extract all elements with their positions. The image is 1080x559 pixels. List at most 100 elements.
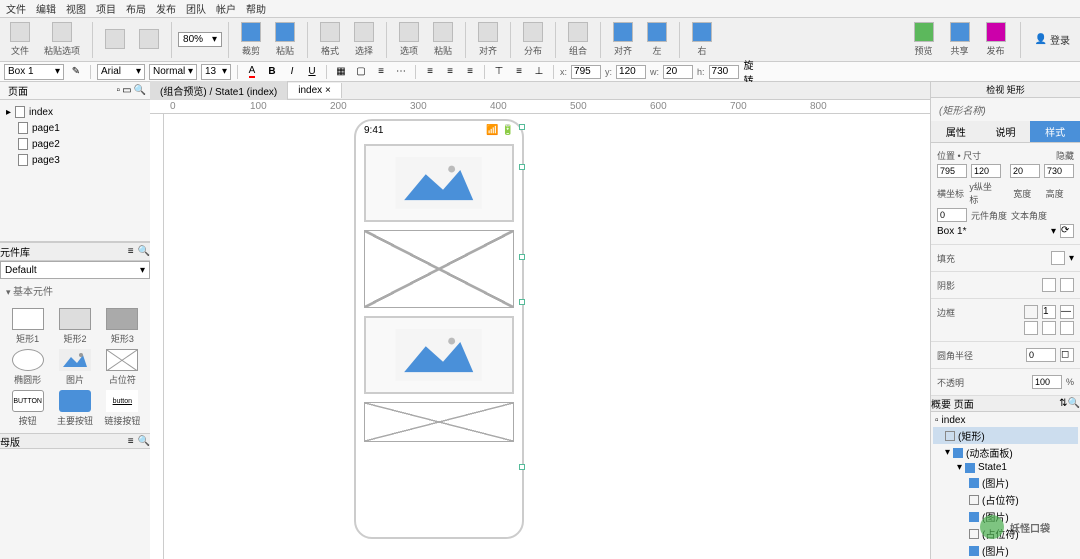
tool-btn-3[interactable]: 选择 bbox=[348, 20, 380, 59]
search-icon[interactable]: 🔍 bbox=[134, 85, 146, 96]
underline-button[interactable]: U bbox=[304, 64, 320, 80]
masters-header[interactable]: 母版 ≡🔍 bbox=[0, 433, 150, 449]
tab-properties[interactable]: 属性 bbox=[931, 121, 981, 142]
doc-tab-0[interactable]: (组合预览) / State1 (index) bbox=[150, 81, 288, 100]
menu-team[interactable]: 团队 bbox=[186, 1, 206, 16]
library-select[interactable]: Default▾ bbox=[0, 261, 150, 279]
page-3[interactable]: page3 bbox=[4, 152, 146, 168]
pages-tab[interactable]: 页面 bbox=[4, 81, 32, 100]
tool-btn-8[interactable]: 组合 bbox=[562, 20, 594, 59]
eyedropper-icon[interactable]: ✎ bbox=[68, 64, 84, 80]
phone-frame[interactable]: 9:41📶 🔋 bbox=[354, 119, 524, 539]
border-vis-2[interactable] bbox=[1042, 321, 1056, 335]
italic-button[interactable]: I bbox=[284, 64, 300, 80]
tool-undo[interactable] bbox=[99, 27, 131, 53]
size-select[interactable]: 13▾ bbox=[201, 64, 231, 80]
valign-mid[interactable]: ≡ bbox=[511, 64, 527, 80]
bold-button[interactable]: B bbox=[264, 64, 280, 80]
tool-paste-opts[interactable]: 粘贴选项 bbox=[38, 20, 86, 59]
tool-btn-9[interactable]: 对齐 bbox=[607, 20, 639, 59]
tool-btn-5[interactable]: 粘贴 bbox=[427, 20, 459, 59]
tool-file[interactable]: 文件 bbox=[4, 20, 36, 59]
align-left[interactable]: ≡ bbox=[422, 64, 438, 80]
opacity-input[interactable] bbox=[1032, 375, 1062, 389]
menu-project[interactable]: 项目 bbox=[96, 1, 116, 16]
update-style-icon[interactable]: ⟳ bbox=[1060, 224, 1074, 238]
insp-w[interactable] bbox=[1010, 164, 1040, 178]
font-select[interactable]: Arial▾ bbox=[97, 64, 145, 80]
radius-input[interactable] bbox=[1026, 348, 1056, 362]
widget-image[interactable]: 图片 bbox=[53, 349, 96, 386]
insp-y[interactable] bbox=[971, 164, 1001, 178]
font-color[interactable]: A bbox=[244, 64, 260, 80]
widget-ellipse[interactable]: 椭圆形 bbox=[6, 349, 49, 386]
widget-link-button[interactable]: button链接按钮 bbox=[101, 390, 144, 427]
border-style[interactable]: ⋯ bbox=[393, 64, 409, 80]
lib-menu-icon[interactable]: ≡ bbox=[128, 246, 134, 257]
tool-btn-6[interactable]: 对齐 bbox=[472, 20, 504, 59]
outline-search-icon[interactable]: 🔍 bbox=[1068, 398, 1080, 409]
canvas-image-1[interactable] bbox=[364, 144, 514, 222]
selection-handles[interactable] bbox=[519, 124, 529, 474]
tab-notes[interactable]: 说明 bbox=[981, 121, 1031, 142]
ol-img-1[interactable]: (图片) bbox=[933, 474, 1078, 491]
add-folder-icon[interactable]: ▭ bbox=[122, 85, 131, 96]
x-input[interactable] bbox=[571, 65, 601, 79]
align-center[interactable]: ≡ bbox=[442, 64, 458, 80]
y-input[interactable] bbox=[616, 65, 646, 79]
border-color-swatch[interactable] bbox=[1024, 305, 1038, 319]
weight-select[interactable]: Normal▾ bbox=[149, 64, 197, 80]
page-1[interactable]: page1 bbox=[4, 120, 146, 136]
outer-shadow[interactable] bbox=[1042, 278, 1056, 292]
close-tab-icon[interactable]: × bbox=[325, 85, 331, 96]
menu-file[interactable]: 文件 bbox=[6, 1, 26, 16]
tool-btn-4[interactable]: 选项 bbox=[393, 20, 425, 59]
border-width[interactable]: ≡ bbox=[373, 64, 389, 80]
radius-corners[interactable]: ◻ bbox=[1060, 348, 1074, 362]
valign-bot[interactable]: ⊥ bbox=[531, 64, 547, 80]
lib-search-icon[interactable]: 🔍 bbox=[138, 246, 150, 257]
menu-account[interactable]: 帐户 bbox=[216, 1, 236, 16]
canvas[interactable]: 9:41📶 🔋 bbox=[164, 114, 930, 559]
preview-button[interactable]: 预览 bbox=[908, 20, 940, 59]
page-index[interactable]: ▸index bbox=[4, 104, 146, 120]
border-width-sel[interactable]: 1 bbox=[1042, 305, 1056, 319]
ol-ph-1[interactable]: (占位符) bbox=[933, 491, 1078, 508]
doc-tab-1[interactable]: index × bbox=[288, 83, 342, 98]
outline-sort-icon[interactable]: ⇅ bbox=[1059, 398, 1067, 409]
tool-btn-10[interactable]: 左 bbox=[641, 20, 673, 59]
border-color[interactable]: ▢ bbox=[353, 64, 369, 80]
canvas-placeholder-1[interactable] bbox=[364, 230, 514, 308]
menu-help[interactable]: 帮助 bbox=[246, 1, 266, 16]
insp-rot[interactable] bbox=[937, 208, 967, 222]
style-name[interactable]: Box 1* bbox=[937, 226, 966, 237]
menu-edit[interactable]: 编辑 bbox=[36, 1, 56, 16]
ol-img-3[interactable]: (图片) bbox=[933, 542, 1078, 559]
h-input[interactable] bbox=[709, 65, 739, 79]
tool-btn-0[interactable]: 裁剪 bbox=[235, 20, 267, 59]
canvas-placeholder-2[interactable] bbox=[364, 402, 514, 442]
widget-placeholder[interactable]: 占位符 bbox=[101, 349, 144, 386]
ol-dynpanel[interactable]: ▾(动态面板) bbox=[933, 444, 1078, 461]
login-button[interactable]: 👤登录 bbox=[1029, 30, 1076, 49]
w-input[interactable] bbox=[663, 65, 693, 79]
ol-state1[interactable]: ▾State1 bbox=[933, 461, 1078, 474]
widget-rect1[interactable]: 矩形1 bbox=[6, 308, 49, 345]
border-style-sel[interactable]: — bbox=[1060, 305, 1074, 319]
border-vis-1[interactable] bbox=[1024, 321, 1038, 335]
tool-btn-1[interactable]: 粘贴 bbox=[269, 20, 301, 59]
zoom-select[interactable]: 80%▾ bbox=[178, 32, 222, 47]
page-2[interactable]: page2 bbox=[4, 136, 146, 152]
tool-btn-2[interactable]: 格式 bbox=[314, 20, 346, 59]
ol-rect-sel[interactable]: (矩形) bbox=[933, 427, 1078, 444]
add-page-icon[interactable]: ▫ bbox=[117, 85, 121, 96]
canvas-image-2[interactable] bbox=[364, 316, 514, 394]
shape-name-select[interactable]: Box 1▾ bbox=[4, 64, 64, 80]
align-right[interactable]: ≡ bbox=[462, 64, 478, 80]
widget-primary-button[interactable]: 主要按钮 bbox=[53, 390, 96, 427]
widget-rect2[interactable]: 矩形2 bbox=[53, 308, 96, 345]
tab-style[interactable]: 样式 bbox=[1030, 121, 1080, 142]
tool-btn-11[interactable]: 右 bbox=[686, 20, 718, 59]
share-button[interactable]: 共享 bbox=[944, 20, 976, 59]
inner-shadow[interactable] bbox=[1060, 278, 1074, 292]
